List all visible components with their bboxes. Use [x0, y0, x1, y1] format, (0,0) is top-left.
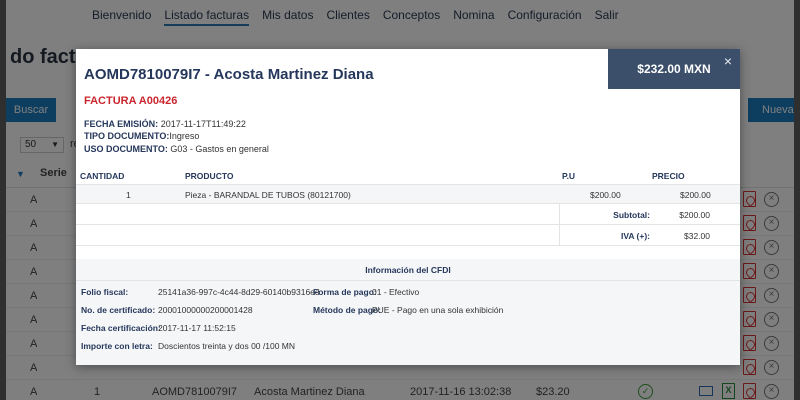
tipo-documento: TIPO DOCUMENTO:Ingreso	[84, 131, 199, 141]
modal-header: AOMD7810079I7 - Acosta Martinez Diana $2…	[76, 49, 740, 91]
fecha-emision-label: FECHA EMISIÓN:	[84, 119, 159, 129]
iva-divider	[559, 225, 560, 246]
forma-pago-label: Forma de pago:	[313, 287, 377, 297]
tipo-documento-label: TIPO DOCUMENTO:	[84, 131, 170, 141]
item-producto: Pieza - BARANDAL DE TUBOS (80121700)	[185, 190, 351, 200]
uso-documento-value: G03 - Gastos en general	[170, 144, 269, 154]
tipo-documento-value: Ingreso	[169, 131, 200, 141]
certificado-value: 20001000000200001428	[158, 305, 253, 315]
total-amount: $232.00 MXN	[637, 62, 711, 76]
modal-title: AOMD7810079I7 - Acosta Martinez Diana	[84, 66, 374, 83]
cfdi-title: Información del CFDI	[365, 265, 451, 275]
fecha-certificacion-value: 2017-11-17 11:52:15	[158, 323, 236, 333]
column-header-pu: P.U	[562, 171, 576, 181]
item-pu: $200.00	[590, 190, 621, 200]
fecha-emision: FECHA EMISIÓN: 2017-11-17T11:49:22	[84, 119, 246, 129]
cfdi-divider	[76, 280, 740, 281]
fecha-emision-value: 2017-11-17T11:49:22	[160, 119, 246, 129]
column-header-cantidad: CANTIDAD	[80, 171, 125, 181]
column-header-producto: PRODUCTO	[185, 171, 234, 181]
metodo-pago-label: Método de pago:	[313, 305, 381, 315]
subtotal-row: Subtotal: $200.00	[76, 204, 740, 225]
metodo-pago-value: PUE - Pago en una sola exhibición	[372, 305, 504, 315]
iva-row: IVA (+): $32.00	[76, 225, 740, 246]
iva-label: IVA (+):	[620, 231, 650, 241]
uso-documento-label: USO DOCUMENTO:	[84, 144, 168, 154]
importe-letra-value: Doscientos treinta y dos 00 /100 MN	[158, 341, 296, 351]
invoice-detail-modal: AOMD7810079I7 - Acosta Martinez Diana $2…	[76, 49, 740, 365]
items-table-header: CANTIDAD PRODUCTO P.U PRECIO	[76, 166, 740, 185]
iva-value: $32.00	[684, 231, 710, 241]
total-box: $232.00 MXN ×	[608, 49, 740, 89]
fecha-certificacion-label: Fecha certificación:	[81, 323, 161, 333]
item-cantidad: 1	[126, 190, 131, 200]
subtotal-label: Subtotal:	[613, 210, 650, 220]
close-icon[interactable]: ×	[724, 53, 732, 69]
subtotal-divider	[559, 204, 560, 225]
forma-pago-value: 01 - Efectivo	[372, 287, 420, 297]
importe-letra-label: Importe con letra:	[81, 341, 153, 351]
cfdi-section: Información del CFDI Folio fiscal: 25141…	[76, 259, 740, 365]
table-row: 1 Pieza - BARANDAL DE TUBOS (80121700) $…	[76, 185, 740, 204]
item-precio: $200.00	[680, 190, 711, 200]
folio-fiscal-label: Folio fiscal:	[81, 287, 129, 297]
folio-fiscal-value: 25141a36-997c-4c44-8d29-60140b9316ed	[158, 287, 320, 297]
factura-number: FACTURA A00426	[84, 95, 178, 107]
items-table: CANTIDAD PRODUCTO P.U PRECIO 1 Pieza - B…	[76, 166, 740, 246]
uso-documento: USO DOCUMENTO: G03 - Gastos en general	[84, 144, 269, 154]
subtotal-value: $200.00	[679, 210, 710, 220]
certificado-label: No. de certificado:	[81, 305, 156, 315]
column-header-precio: PRECIO	[652, 171, 685, 181]
